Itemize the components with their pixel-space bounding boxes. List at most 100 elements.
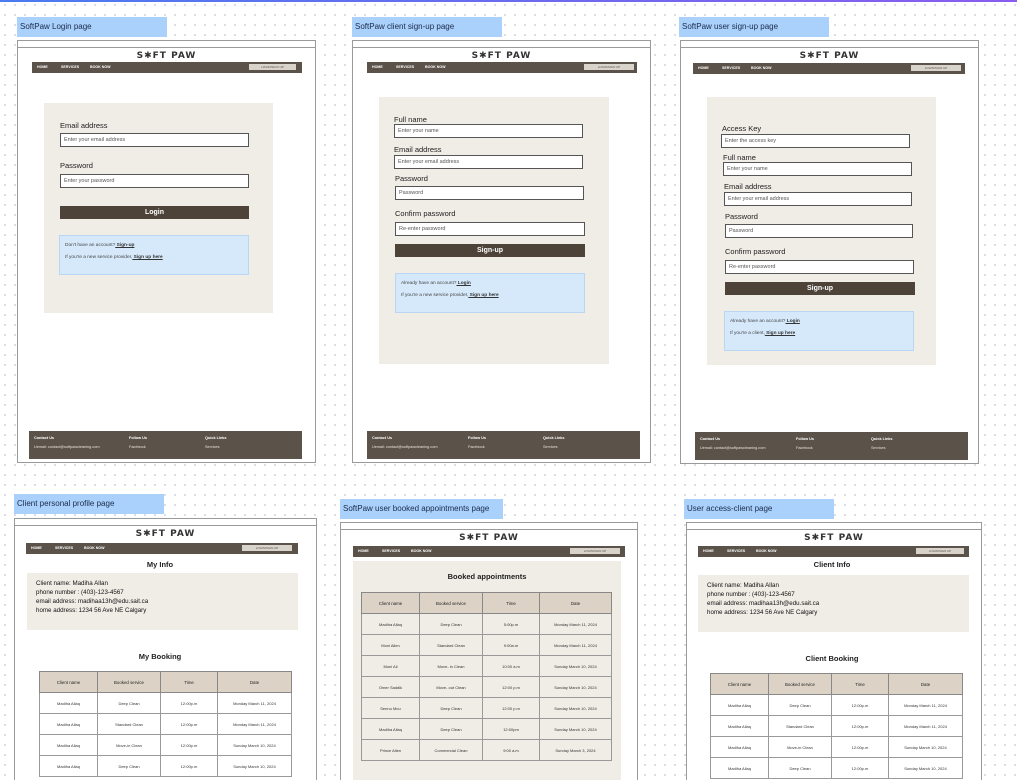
table-row[interactable]: Madiha Allaq Standard Clean 12:00p.m Monday… bbox=[710, 715, 963, 737]
password-field[interactable]: Password bbox=[395, 186, 584, 200]
cell: 10:00 a.m bbox=[482, 655, 540, 677]
nav-home[interactable]: HOME bbox=[358, 549, 369, 553]
nav-book-now[interactable]: BOOK NOW bbox=[411, 549, 432, 553]
nav-home[interactable]: HOME bbox=[37, 65, 48, 69]
browser-bar: •••• bbox=[18, 41, 315, 48]
nav-book-now[interactable]: BOOK NOW bbox=[425, 65, 446, 69]
login-link[interactable]: Login bbox=[456, 281, 471, 286]
login-signup-button[interactable]: LOGIN/SIGN UP bbox=[570, 548, 620, 554]
table-row[interactable]: Madiha Allaq Deep Clean 12:00p.m Sunday Mar… bbox=[710, 757, 963, 779]
window-dots-icon: •••• bbox=[21, 40, 40, 45]
table-row[interactable]: Madiha Allaq Move-in Clean 12:00p.m Sunday … bbox=[39, 734, 292, 756]
col-client-name: Client name bbox=[361, 592, 420, 614]
frame-label-user-signup[interactable]: SoftPaw user sign-up page bbox=[679, 17, 829, 37]
footer-facebook-link[interactable]: Facebook bbox=[129, 445, 146, 449]
frame-label-client-signup[interactable]: SoftPaw client sign-up page bbox=[352, 17, 502, 37]
table-row[interactable]: Madiha Allaq Deep Clean 12:00pm Sunday Marc… bbox=[361, 718, 612, 740]
provider-signup-link[interactable]: Sign up here bbox=[468, 293, 499, 298]
email-field[interactable]: Enter your email address bbox=[60, 133, 249, 147]
footer-facebook-link[interactable]: Facebook bbox=[796, 446, 813, 450]
col-date: Date bbox=[217, 671, 292, 693]
nav-services[interactable]: SERVICES bbox=[382, 549, 400, 553]
cell: Sunday March 3, 2024 bbox=[539, 739, 612, 761]
frame-label-booked-appointments[interactable]: SoftPaw user booked appointments page bbox=[340, 499, 503, 519]
login-signup-button[interactable]: LOGIN/SIGN UP bbox=[584, 64, 634, 70]
provider-signup-link[interactable]: Sign up here bbox=[132, 255, 163, 260]
email-field[interactable]: Enter your email address bbox=[394, 155, 583, 169]
signup-button[interactable]: Sign-up bbox=[395, 244, 585, 257]
cell: Deep Clean bbox=[419, 718, 483, 740]
nav-home[interactable]: HOME bbox=[703, 549, 714, 553]
table-row[interactable]: Moni Ali Move- in Clean 10:00 a.m Sunday Ma… bbox=[361, 655, 612, 677]
login-signup-button[interactable]: LOGIN/SIGN UP bbox=[249, 64, 296, 70]
fullname-field[interactable]: Enter your name bbox=[723, 162, 912, 176]
cell: Move-in Clean bbox=[768, 736, 832, 758]
footer-contact-email[interactable]: Uemail: contact@softpawcleaning.com bbox=[700, 446, 765, 450]
nav-home[interactable]: HOME bbox=[698, 66, 709, 70]
email-field[interactable]: Enter your email address bbox=[724, 192, 912, 206]
footer-contact-email[interactable]: Uemail: contact@softpawcleaning.com bbox=[34, 445, 99, 449]
cell: Sunday March 10, 2024 bbox=[888, 736, 963, 758]
email-label: Email address bbox=[394, 145, 442, 154]
frame-label-login[interactable]: SoftPaw Login page bbox=[17, 17, 167, 37]
password-field[interactable]: Password bbox=[725, 224, 913, 238]
note-text-1: Don't have an account? bbox=[65, 243, 116, 248]
cell: 12:00 p.m bbox=[482, 676, 540, 698]
nav-home[interactable]: HOME bbox=[31, 546, 42, 550]
cell: Omer Saddik bbox=[361, 676, 420, 698]
frame-label-client-profile[interactable]: Client personal profile page bbox=[14, 494, 164, 514]
cell: Move-in Clean bbox=[97, 734, 161, 756]
signup-link[interactable]: Sign-up bbox=[115, 243, 135, 248]
table-row[interactable]: Moni Allen Standard Clean 9:00a.m Monday Ma… bbox=[361, 634, 612, 656]
footer-facebook-link[interactable]: Facebook bbox=[468, 445, 485, 449]
footer: Contact Us Uemail: contact@softpawcleani… bbox=[695, 432, 968, 460]
nav-book-now[interactable]: BOOK NOW bbox=[756, 549, 777, 553]
login-signup-button[interactable]: LOGIN/SIGN UP bbox=[242, 545, 292, 551]
password-field[interactable]: Enter your password bbox=[60, 174, 249, 188]
nav-book-now[interactable]: BOOK NOW bbox=[84, 546, 105, 550]
table-row[interactable]: Madiha Allaq Deep Clean 12:00p.m Sunday Mar… bbox=[39, 755, 292, 777]
access-key-field[interactable]: Enter the access key bbox=[721, 134, 910, 148]
login-link[interactable]: Login bbox=[785, 319, 800, 324]
table-row[interactable]: Omer Saddik Move- out Clean 12:00 p.m Sunda… bbox=[361, 676, 612, 698]
table-row[interactable]: Madiha Allaq Standard Clean 12:00p.m Monday… bbox=[39, 713, 292, 735]
table-row[interactable]: Madiha Allaq Move-in Clean 12:00p.m Sunday … bbox=[710, 736, 963, 758]
table-row[interactable]: Prince Allen Commercial Clean 9:00 a.m Sund… bbox=[361, 739, 612, 761]
login-signup-button[interactable]: LOGIN/SIGN UP bbox=[911, 65, 961, 71]
note-line-1: Already have an account? Login bbox=[730, 319, 800, 324]
cell: 5:00p.m bbox=[482, 613, 540, 635]
nav-book-now[interactable]: BOOK NOW bbox=[90, 65, 111, 69]
confirm-password-field[interactable]: Re-enter password bbox=[395, 222, 585, 236]
nav-services[interactable]: SERVICES bbox=[396, 65, 414, 69]
window-dots-icon: •••• bbox=[18, 518, 37, 523]
cell: Move- out Clean bbox=[419, 676, 483, 698]
nav-services[interactable]: SERVICES bbox=[722, 66, 740, 70]
logo: S✱FT PAW bbox=[136, 51, 197, 61]
footer-contact-email[interactable]: Uemail: contact@softpawcleaning.com bbox=[372, 445, 437, 449]
address-line: home address: 1234 56 Ave NE Calgary bbox=[36, 607, 147, 614]
frame-label-access-client[interactable]: User access-client page bbox=[684, 499, 834, 519]
table-row[interactable]: Madiha Allaq Deep Clean 5:00p.m Monday Marc… bbox=[361, 613, 612, 635]
client-signup-link[interactable]: Sign up here bbox=[765, 331, 795, 336]
confirm-password-field[interactable]: Re-enter password bbox=[725, 260, 914, 274]
cell: Deep Clean bbox=[97, 755, 161, 777]
nav-services[interactable]: SERVICES bbox=[727, 549, 745, 553]
password-label: Password bbox=[395, 174, 428, 183]
table-row[interactable]: Madiha Allaq Deep Clean 12:00p.m Monday Mar… bbox=[710, 694, 963, 716]
logo: S✱FT PAW bbox=[799, 51, 860, 61]
table-row[interactable]: Sennu Mou Deep Clean 12:00 p.m Sunday March… bbox=[361, 697, 612, 719]
footer-services-link[interactable]: Services bbox=[871, 446, 886, 450]
login-signup-button[interactable]: LOGIN/SIGN UP bbox=[916, 548, 964, 554]
footer-services-link[interactable]: Services bbox=[543, 445, 558, 449]
footer-services-link[interactable]: Services bbox=[205, 445, 220, 449]
cell: Deep Clean bbox=[768, 757, 832, 779]
nav-services[interactable]: SERVICES bbox=[61, 65, 79, 69]
table-row[interactable]: Madiha Allaq Deep Clean 12:00p.m Monday Mar… bbox=[39, 692, 292, 714]
signup-button[interactable]: Sign-up bbox=[725, 282, 915, 295]
nav-services[interactable]: SERVICES bbox=[55, 546, 73, 550]
fullname-field[interactable]: Enter your name bbox=[394, 124, 583, 138]
fullname-label: Full name bbox=[394, 115, 427, 124]
login-button[interactable]: Login bbox=[60, 206, 249, 219]
nav-book-now[interactable]: BOOK NOW bbox=[751, 66, 772, 70]
nav-home[interactable]: HOME bbox=[372, 65, 383, 69]
